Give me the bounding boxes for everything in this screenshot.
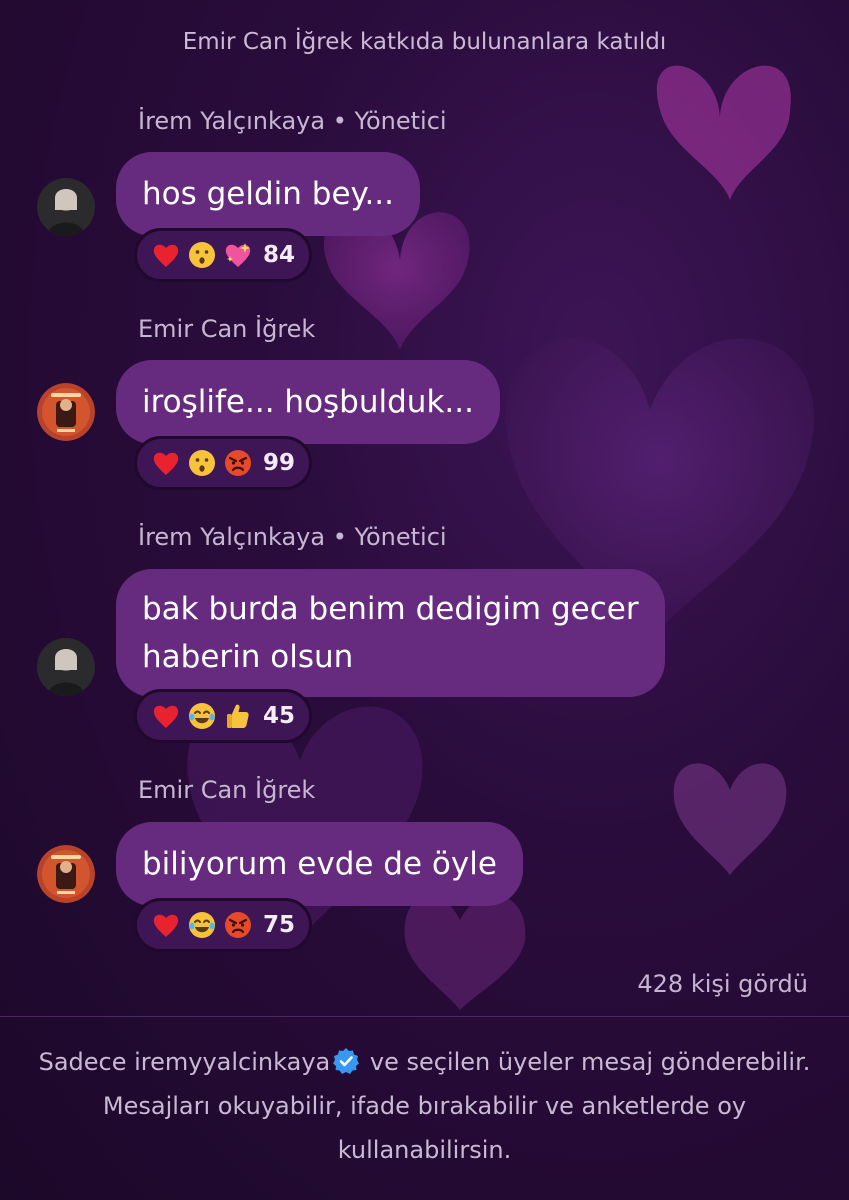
message-bubble[interactable]: bak burda benim dedigim gecer haberin ol… (116, 569, 665, 697)
avatar[interactable] (37, 638, 95, 696)
reaction-count: 45 (263, 703, 296, 729)
reaction-count: 99 (263, 450, 296, 476)
message-text: iroşlife... hoşbulduk... (142, 384, 474, 420)
message-sender[interactable]: Emir Can İğrek (138, 776, 315, 804)
channel-permissions-notice: Sadece iremyyalcinkaya ve seçilen üyeler… (20, 1040, 829, 1172)
sparkling-heart-icon (225, 243, 251, 267)
notice-line-1-start: Sadece iremyyalcinkaya (38, 1048, 331, 1076)
divider (0, 1016, 849, 1017)
red-heart-icon (153, 244, 179, 267)
avatar[interactable] (37, 383, 95, 441)
message-bubble[interactable]: biliyorum evde de öyle (116, 822, 523, 906)
reactions-bar[interactable]: 75 (134, 898, 313, 952)
system-message: Emir Can İğrek katkıda bulunanlara katıl… (182, 29, 667, 55)
message-sender[interactable]: İrem Yalçınkaya • Yönetici (138, 523, 447, 551)
angry-face-icon (225, 912, 251, 938)
reactions-bar[interactable]: 45 (134, 689, 313, 743)
angry-face-icon (225, 450, 251, 476)
red-heart-icon (153, 452, 179, 475)
notice-line-2: Mesajları okuyabilir, ifade bırakabilir … (102, 1092, 747, 1120)
red-heart-icon (153, 914, 179, 937)
red-heart-icon (153, 705, 179, 728)
reactions-bar[interactable]: 84 (134, 228, 313, 282)
message-text-line: haberin olsun (142, 639, 354, 675)
reactions-bar[interactable]: 99 (134, 436, 313, 490)
notice-line-1-end: ve seçilen üyeler mesaj gönderebilir. (362, 1048, 811, 1076)
message-bubble[interactable]: iroşlife... hoşbulduk... (116, 360, 500, 444)
hushed-face-icon (189, 450, 215, 476)
notice-line-1: Sadece iremyyalcinkaya ve seçilen üyeler… (20, 1040, 829, 1084)
message-sender[interactable]: İrem Yalçınkaya • Yönetici (138, 107, 447, 135)
verified-badge-icon (333, 1048, 360, 1074)
avatar[interactable] (37, 178, 95, 236)
seen-count: 428 kişi gördü (637, 970, 808, 998)
tears-of-joy-face-icon (189, 703, 215, 729)
tears-of-joy-face-icon (189, 912, 215, 938)
hushed-face-icon (189, 242, 215, 268)
reaction-count: 84 (263, 242, 296, 268)
message-sender[interactable]: Emir Can İğrek (138, 315, 315, 343)
thumbs-up-icon (227, 704, 249, 728)
reaction-count: 75 (263, 912, 296, 938)
message-text: hos geldin bey... (142, 176, 395, 212)
notice-line-3: kullanabilirsin. (337, 1136, 512, 1164)
message-bubble[interactable]: hos geldin bey... (116, 152, 421, 236)
message-text-line: bak burda benim dedigim gecer (142, 591, 639, 627)
message-text: biliyorum evde de öyle (142, 846, 497, 882)
avatar[interactable] (37, 845, 95, 903)
